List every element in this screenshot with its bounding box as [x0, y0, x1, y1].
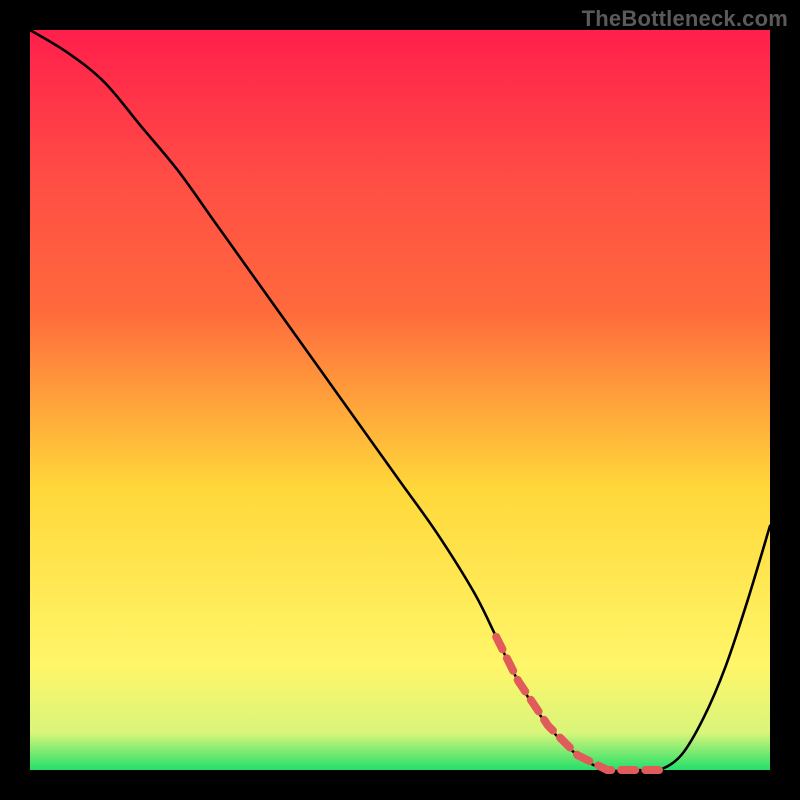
chart-frame: TheBottleneck.com — [0, 0, 800, 800]
chart-svg — [0, 0, 800, 800]
plot-area — [30, 30, 770, 770]
watermark-text: TheBottleneck.com — [582, 6, 788, 32]
